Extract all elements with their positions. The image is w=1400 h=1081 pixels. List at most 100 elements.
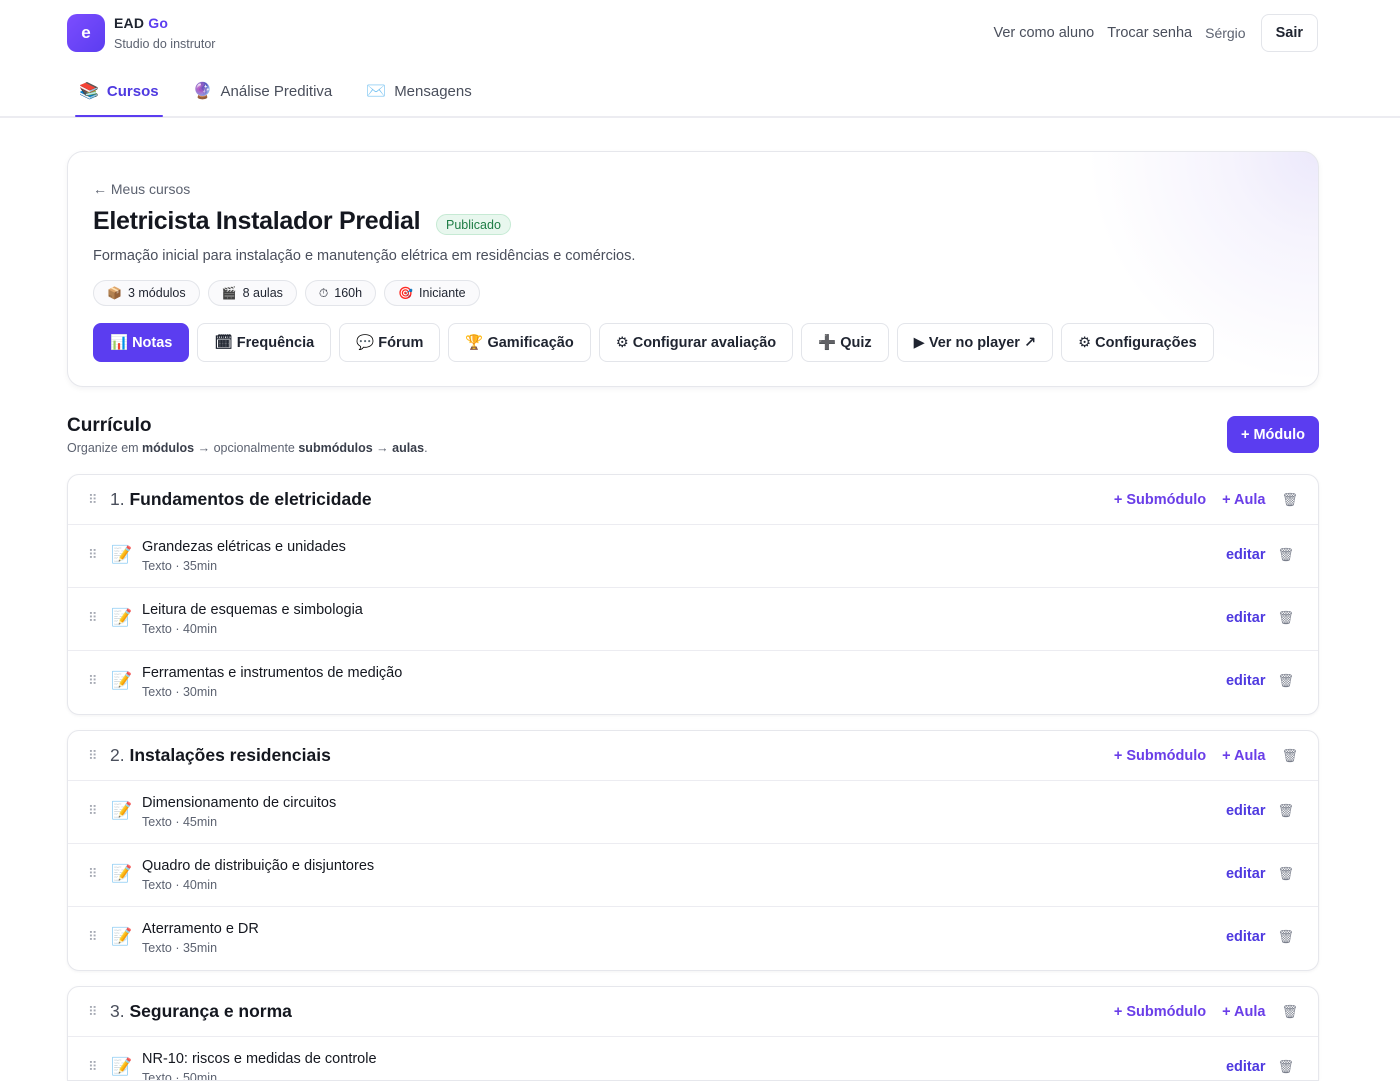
curriculum-title: Currículo — [67, 415, 152, 436]
module-number: 3. — [110, 1001, 125, 1021]
memo-icon: 📝 — [111, 864, 133, 883]
add-module-button[interactable]: + Módulo — [1227, 416, 1319, 453]
drag-handle-icon[interactable]: ⠿ — [88, 492, 97, 508]
forum-button[interactable]: 💬 Fórum — [339, 323, 441, 362]
drag-handle-icon[interactable]: ⠿ — [88, 547, 97, 563]
tab-analise-preditiva[interactable]: 🔮 Análise Preditiva — [189, 66, 337, 116]
memo-icon: 📝 — [111, 1057, 133, 1076]
trash-icon[interactable]: 🗑 — [1281, 748, 1298, 764]
drag-handle-icon[interactable]: ⠿ — [88, 866, 97, 882]
lesson-title: Leitura de esquemas e simbologia — [142, 602, 363, 618]
module-header: ⠿ 1. Fundamentos de eletricidade + Submó… — [68, 475, 1318, 525]
lesson-actions: editar 🗑 — [1226, 866, 1294, 882]
frequencia-button[interactable]: 🗓 Frequência — [197, 323, 332, 362]
status-badge: Publicado — [436, 214, 511, 235]
lesson-meta: Texto · 30min — [142, 685, 218, 699]
trash-icon[interactable]: 🗑 — [1281, 1004, 1298, 1020]
module-title-text: Fundamentos de eletricidade — [129, 489, 372, 509]
module-header: ⠿ 2. Instalações residenciais + Submódul… — [68, 731, 1318, 781]
drag-handle-icon[interactable]: ⠿ — [88, 748, 97, 764]
add-submodule-button[interactable]: + Submódulo — [1114, 492, 1206, 508]
module-card: ⠿ 2. Instalações residenciais + Submódul… — [67, 730, 1319, 971]
subtitle-bold: submódulos — [298, 441, 373, 455]
chip-label: Iniciante — [419, 286, 466, 300]
trash-icon[interactable]: 🗑 — [1277, 1059, 1294, 1075]
configuracoes-button[interactable]: ⚙ Configurações — [1061, 323, 1214, 362]
lesson-actions: editar 🗑 — [1226, 673, 1294, 689]
drag-handle-icon[interactable]: ⠿ — [88, 1059, 97, 1075]
add-submodule-button[interactable]: + Submódulo — [1114, 1004, 1206, 1020]
memo-icon: 📝 — [111, 927, 133, 946]
subtitle-text: → opcionalmente — [194, 441, 299, 455]
clapper-icon: 🎬 — [221, 286, 237, 300]
top-links: Ver como aluno Trocar senha Sérgio Sair — [993, 14, 1318, 52]
drag-handle-icon[interactable]: ⠿ — [88, 803, 97, 819]
module-actions: + Submódulo + Aula 🗑 — [1114, 492, 1298, 508]
level-chip: 🎯 Iniciante — [384, 280, 480, 306]
lesson-title: Aterramento e DR — [142, 921, 259, 937]
tab-mensagens[interactable]: ✉️ Mensagens — [362, 66, 475, 116]
lesson-meta: Texto · 35min — [142, 941, 218, 955]
lesson-title: Quadro de distribuição e disjuntores — [142, 858, 375, 874]
brand-name: EAD Go — [114, 15, 168, 31]
trash-icon[interactable]: 🗑 — [1277, 866, 1294, 882]
add-lesson-button[interactable]: + Aula — [1222, 748, 1265, 764]
edit-lesson-link[interactable]: editar — [1226, 547, 1266, 563]
change-password-link[interactable]: Trocar senha — [1107, 25, 1192, 41]
main-nav-tabs: 📚 Cursos 🔮 Análise Preditiva ✉️ Mensagen… — [75, 66, 502, 117]
lesson-title: NR-10: riscos e medidas de controle — [142, 1051, 377, 1067]
lesson-meta: Texto · 40min — [142, 878, 218, 892]
quiz-button[interactable]: ➕ Quiz — [801, 323, 889, 362]
add-lesson-button[interactable]: + Aula — [1222, 1004, 1265, 1020]
gamificacao-button[interactable]: 🏆 Gamificação — [448, 323, 591, 362]
lesson-meta: Texto · 45min — [142, 815, 218, 829]
subtitle-bold: aulas — [392, 441, 425, 455]
drag-handle-icon[interactable]: ⠿ — [88, 673, 97, 689]
tab-label: Mensagens — [394, 82, 472, 100]
edit-lesson-link[interactable]: editar — [1226, 803, 1266, 819]
lesson-meta: Texto · 50min — [142, 1071, 218, 1081]
lesson-actions: editar 🗑 — [1226, 803, 1294, 819]
logout-button[interactable]: Sair — [1260, 14, 1318, 52]
curriculum-subtitle: Organize em módulos → opcionalmente subm… — [67, 441, 428, 455]
trash-icon[interactable]: 🗑 — [1277, 929, 1294, 945]
chip-label: 160h — [334, 286, 363, 300]
drag-handle-icon[interactable]: ⠿ — [88, 929, 97, 945]
lesson-row: ⠿ 📝 NR-10: riscos e medidas de controle … — [68, 1037, 1318, 1081]
subtitle-bold: módulos — [142, 441, 195, 455]
brand-subtitle: Studio do instrutor — [114, 37, 216, 51]
lesson-title: Ferramentas e instrumentos de medição — [142, 665, 403, 681]
brand-logo[interactable]: e — [67, 14, 105, 52]
edit-lesson-link[interactable]: editar — [1226, 673, 1266, 689]
module-actions: + Submódulo + Aula 🗑 — [1114, 748, 1298, 764]
tab-cursos[interactable]: 📚 Cursos — [75, 66, 163, 117]
brand-name-primary: EAD — [114, 15, 145, 31]
module-header: ⠿ 3. Segurança e norma + Submódulo + Aul… — [68, 987, 1318, 1037]
trash-icon[interactable]: 🗑 — [1281, 492, 1298, 508]
lesson-meta: Texto · 40min — [142, 622, 218, 636]
configurar-avaliacao-button[interactable]: ⚙ Configurar avaliação — [598, 323, 794, 362]
memo-icon: 📝 — [111, 545, 133, 564]
edit-lesson-link[interactable]: editar — [1226, 1059, 1266, 1075]
modules-count-chip: 📦 3 módulos — [93, 280, 200, 306]
edit-lesson-link[interactable]: editar — [1226, 866, 1266, 882]
edit-lesson-link[interactable]: editar — [1226, 610, 1266, 626]
notas-button[interactable]: 📊 Notas — [93, 323, 190, 362]
trash-icon[interactable]: 🗑 — [1277, 547, 1294, 563]
add-lesson-button[interactable]: + Aula — [1222, 492, 1265, 508]
view-as-student-link[interactable]: Ver como aluno — [993, 25, 1094, 41]
trash-icon[interactable]: 🗑 — [1277, 803, 1294, 819]
trash-icon[interactable]: 🗑 — [1277, 610, 1294, 626]
back-to-courses-link[interactable]: ← Meus cursos — [93, 181, 190, 197]
chip-label: 8 aulas — [242, 286, 283, 300]
add-submodule-button[interactable]: + Submódulo — [1114, 748, 1206, 764]
trash-icon[interactable]: 🗑 — [1277, 673, 1294, 689]
edit-lesson-link[interactable]: editar — [1226, 929, 1266, 945]
chip-label: 3 módulos — [127, 286, 186, 300]
drag-handle-icon[interactable]: ⠿ — [88, 610, 97, 626]
memo-icon: 📝 — [111, 608, 133, 627]
lesson-title: Dimensionamento de circuitos — [142, 795, 337, 811]
course-title: Eletricista Instalador Predial — [93, 207, 421, 235]
ver-no-player-button[interactable]: ▶ Ver no player ↗ — [896, 323, 1054, 362]
drag-handle-icon[interactable]: ⠿ — [88, 1004, 97, 1020]
